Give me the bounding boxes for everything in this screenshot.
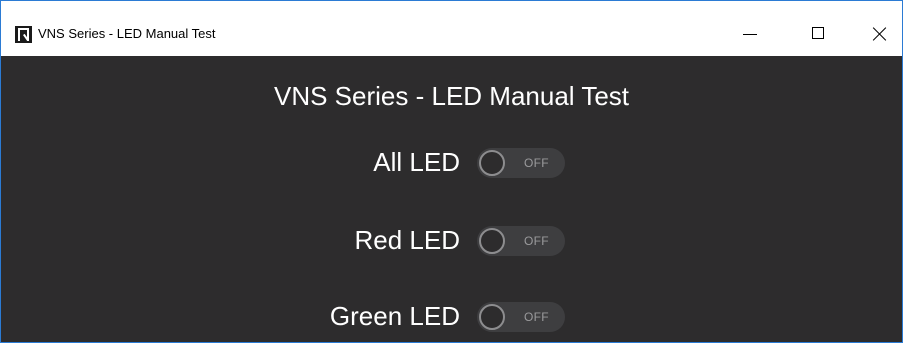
led-row-red: Red LED OFF	[1, 222, 902, 258]
green-led-label: Green LED	[329, 301, 460, 331]
green-led-toggle[interactable]: OFF	[477, 302, 565, 332]
minimize-icon	[743, 34, 757, 35]
window-title: VNS Series - LED Manual Test	[38, 26, 216, 41]
close-button[interactable]	[857, 21, 902, 47]
all-led-toggle[interactable]: OFF	[477, 148, 565, 178]
red-led-toggle[interactable]: OFF	[477, 226, 565, 256]
maximize-icon	[812, 27, 824, 39]
toggle-state-text: OFF	[524, 234, 549, 248]
close-icon	[872, 26, 888, 42]
toggle-knob	[479, 150, 505, 176]
led-row-all: All LED OFF	[1, 144, 902, 180]
toggle-knob	[479, 304, 505, 330]
toggle-state-text: OFF	[524, 310, 549, 324]
toggle-knob	[479, 228, 505, 254]
app-logo-icon[interactable]	[15, 26, 32, 43]
all-led-label: All LED	[373, 147, 460, 177]
minimize-button[interactable]	[727, 21, 773, 47]
maximize-button[interactable]	[795, 21, 841, 47]
toggle-state-text: OFF	[524, 156, 549, 170]
title-bar[interactable]: VNS Series - LED Manual Test	[1, 1, 902, 56]
page-title: VNS Series - LED Manual Test	[274, 81, 629, 111]
main-panel: VNS Series - LED Manual Test All LED OFF…	[1, 56, 902, 342]
app-logo-glyph-leg	[18, 28, 20, 41]
app-window: VNS Series - LED Manual Test VNS Series …	[0, 0, 903, 343]
led-row-green: Green LED OFF	[1, 298, 902, 334]
red-led-label: Red LED	[354, 225, 461, 255]
